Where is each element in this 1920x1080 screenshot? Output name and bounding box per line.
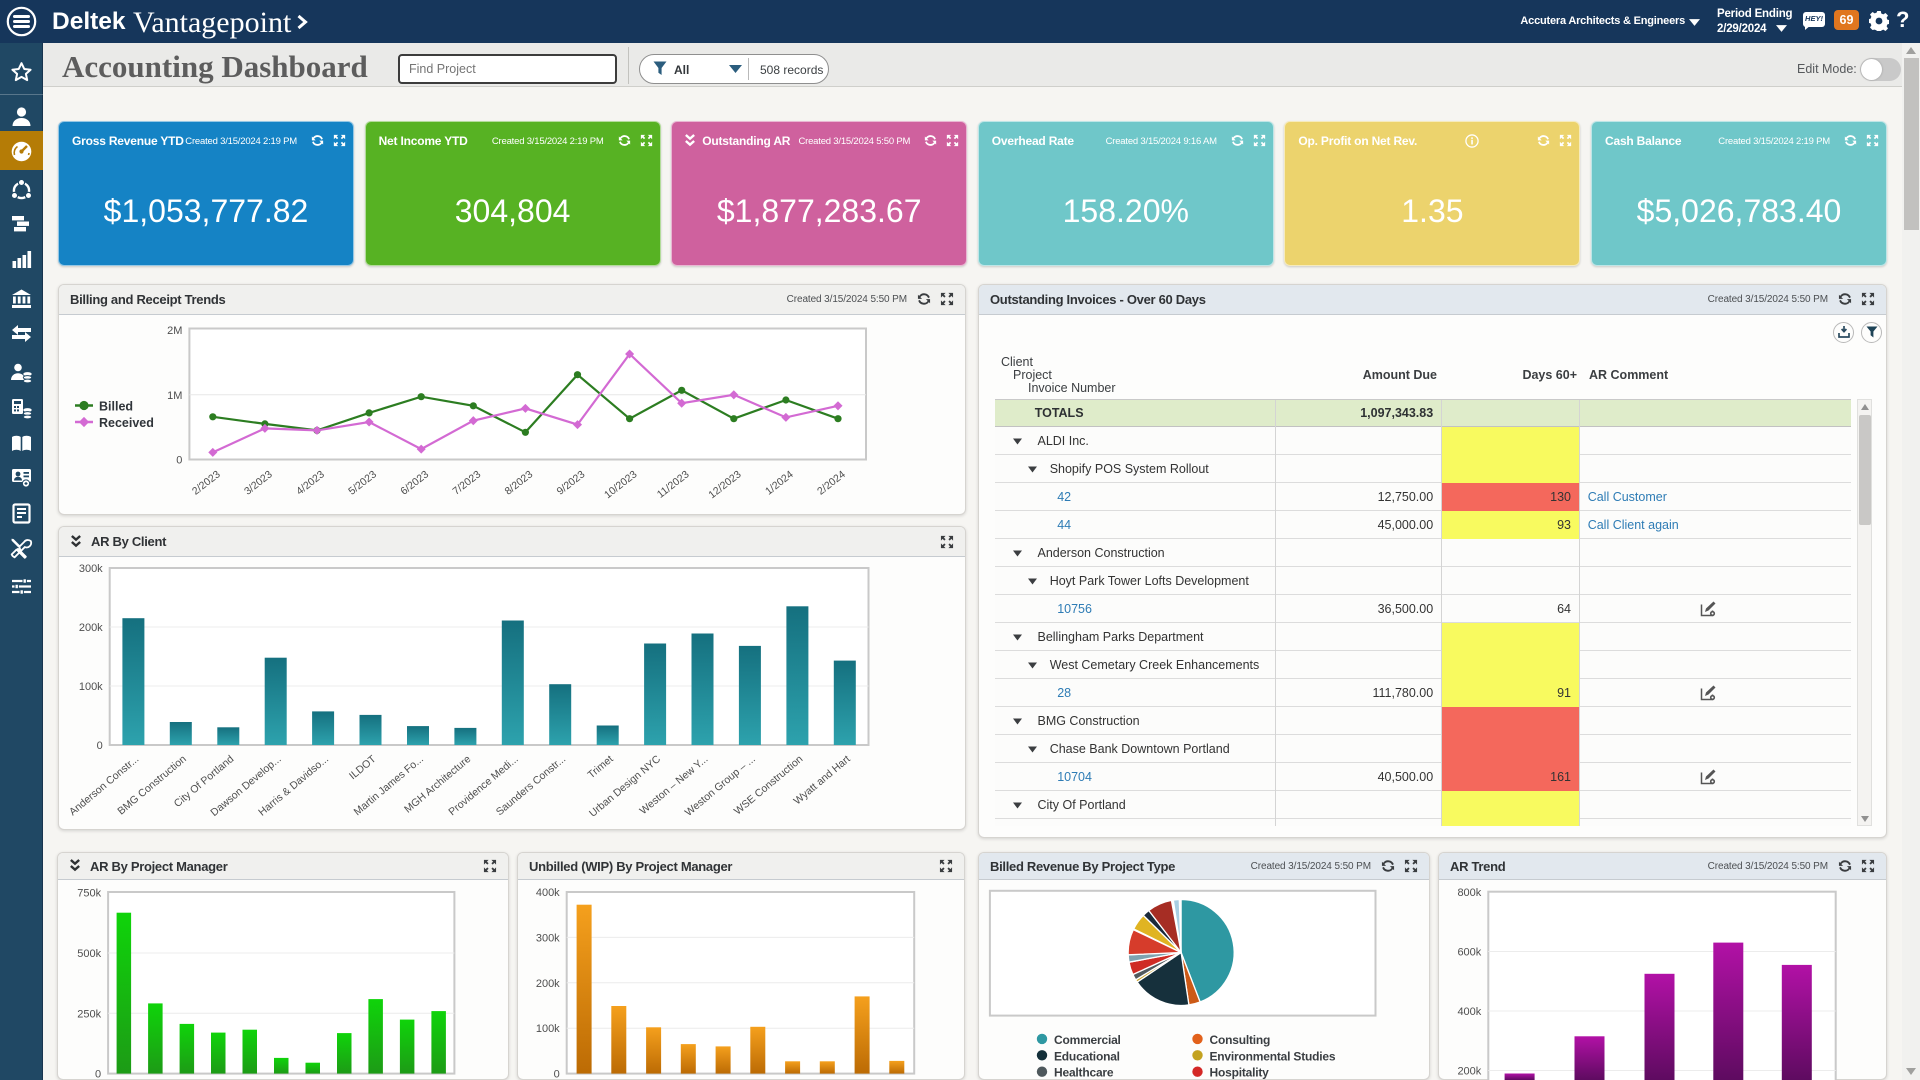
svg-text:Educational: Educational [1054,1049,1120,1063]
svg-text:Environmental Studies: Environmental Studies [1210,1049,1336,1063]
svg-text:500k: 500k [77,948,101,960]
svg-text:Trimet: Trimet [585,753,615,781]
svg-text:0: 0 [554,1069,560,1080]
svg-text:6/2023: 6/2023 [398,468,431,497]
svg-text:2M: 2M [167,325,182,337]
svg-text:750k: 750k [77,888,101,900]
svg-text:3/2023: 3/2023 [242,468,275,497]
svg-text:400k: 400k [1457,1006,1481,1018]
svg-text:Commercial: Commercial [1054,1033,1121,1047]
svg-text:200k: 200k [1457,1066,1481,1078]
svg-text:2/2023: 2/2023 [190,468,223,497]
svg-text:5/2023: 5/2023 [346,468,379,497]
svg-text:12/2023: 12/2023 [706,468,743,501]
svg-text:Billed: Billed [99,399,133,413]
svg-text:1/2024: 1/2024 [763,468,796,497]
svg-text:0: 0 [176,454,182,466]
svg-text:800k: 800k [1457,887,1481,899]
svg-text:ILDOT: ILDOT [347,753,379,782]
svg-text:300k: 300k [79,563,103,575]
svg-text:Consulting: Consulting [1210,1033,1271,1047]
svg-text:Received: Received [99,416,154,430]
svg-text:10/2023: 10/2023 [602,468,639,501]
svg-text:100k: 100k [79,681,103,693]
svg-text:0: 0 [95,1069,101,1080]
svg-text:7/2023: 7/2023 [450,468,483,497]
svg-text:Hospitality: Hospitality [1210,1066,1270,1080]
svg-text:8/2023: 8/2023 [503,468,536,497]
svg-text:200k: 200k [79,622,103,634]
svg-text:0: 0 [97,740,103,752]
svg-text:2/2024: 2/2024 [815,468,848,497]
svg-text:100k: 100k [536,1023,560,1035]
svg-text:300k: 300k [536,932,560,944]
svg-text:600k: 600k [1457,947,1481,959]
svg-text:11/2023: 11/2023 [655,468,692,500]
svg-text:200k: 200k [536,978,560,990]
svg-text:Healthcare: Healthcare [1054,1066,1114,1080]
svg-text:400k: 400k [536,887,560,899]
svg-text:250k: 250k [77,1008,101,1020]
svg-text:4/2023: 4/2023 [294,468,327,497]
svg-text:9/2023: 9/2023 [555,468,588,497]
svg-text:1M: 1M [167,389,182,401]
